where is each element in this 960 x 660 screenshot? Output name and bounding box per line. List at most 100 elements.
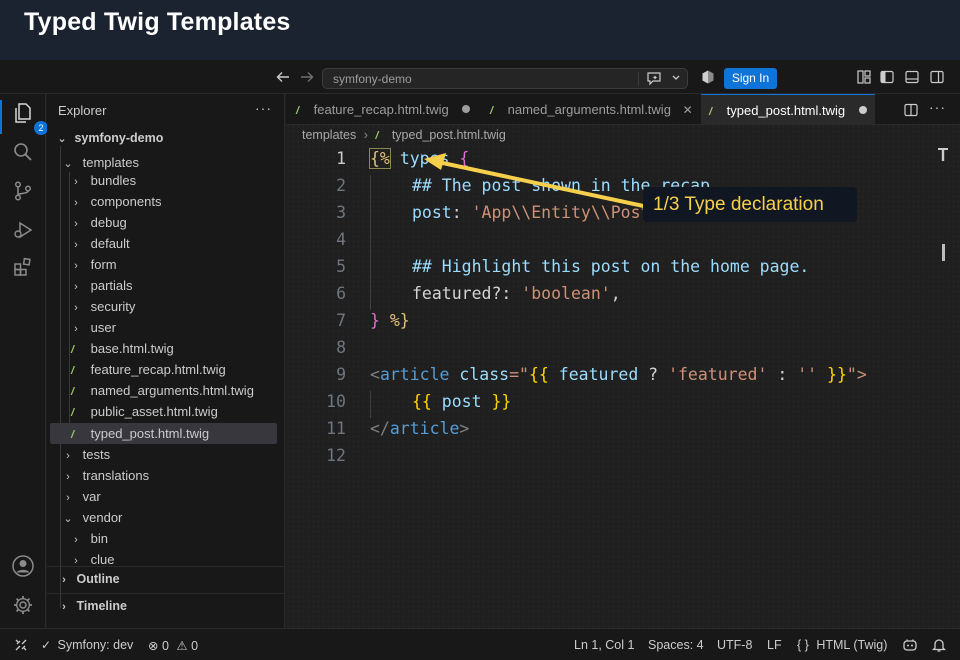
twig-ternary-colon: : [767,365,798,384]
explorer-more-actions[interactable]: ··· [255,100,272,116]
chevron-right-icon: › [66,492,70,504]
tree-item-feature-recap[interactable]: / feature_recap.html.twig [71,359,297,380]
unsaved-dot-icon[interactable] [858,106,867,114]
editor-more-actions[interactable]: ··· [929,99,946,115]
back-arrow-icon[interactable] [274,68,292,86]
html-attr-name: class [449,365,510,384]
twig-ternary-q: ? [638,365,669,384]
chevron-down-icon: ⌄ [57,133,67,145]
tree-item-bundles[interactable]: › bundles [71,170,297,191]
forward-arrow-icon[interactable] [298,68,316,86]
twig-print-close: }} [817,365,847,384]
twig-file-icon: / [375,130,379,142]
tree-item-security[interactable]: › security [71,296,297,317]
split-editor-icon[interactable] [903,102,919,121]
tree-item-tests[interactable]: › tests [63,444,289,465]
tree-item-partials[interactable]: › partials [71,275,297,296]
encoding-status[interactable]: UTF-8 [717,638,752,652]
code-line-11[interactable]: </article> [370,419,469,438]
extensions-icon[interactable] [10,254,36,280]
toggle-panel-icon[interactable] [903,68,921,86]
chevron-right-icon: › [74,260,78,272]
accounts-icon[interactable] [10,553,36,579]
twig-file-icon: / [71,365,75,377]
tree-item-var[interactable]: › var [63,486,289,507]
run-and-debug-icon[interactable] [10,217,36,243]
tree-item-label: base.html.twig [90,341,174,356]
timeline-section[interactable]: › Timeline [47,593,284,618]
tree-item-label: default [90,236,130,251]
tree-item-vendor[interactable]: ⌄ vendor [63,507,289,528]
tree-item-translations[interactable]: › translations [63,465,289,486]
code-line-9[interactable]: <article class="{{ featured ? 'featured'… [370,365,867,384]
warning-icon: ⚠ [176,639,188,653]
symfony-env-status[interactable]: ✓ Symfony: dev [41,638,133,652]
tree-item-typed-post[interactable]: / typed_post.html.twig [50,423,277,444]
breadcrumb-file[interactable]: typed_post.html.twig [392,128,506,142]
code-line-7[interactable]: } %} [370,311,410,330]
tab-label: typed_post.html.twig [726,103,846,118]
twig-print-open: {{ [528,365,549,384]
tab-typed-post[interactable]: / typed_post.html.twig [701,94,875,125]
copilot-icon[interactable] [699,68,717,86]
indentation-status[interactable]: Spaces: 4 [648,638,704,652]
source-control-icon[interactable] [10,178,36,204]
cursor-position[interactable]: Ln 1, Col 1 [574,638,634,652]
twig-file-icon: / [490,105,494,117]
code-line-6[interactable]: featured?: 'boolean', [412,284,621,303]
line-number: 6 [336,284,346,303]
eol-status[interactable]: LF [767,638,782,652]
breadcrumb: templates › / typed_post.html.twig [302,128,506,142]
command-center-search[interactable]: symfony-demo [322,68,688,89]
customize-layout-icon[interactable] [855,68,873,86]
tree-item-label: bin [90,531,108,546]
notifications-bell-icon[interactable] [931,637,947,656]
type-key: featured? [412,284,502,303]
toggle-secondary-sidebar-icon[interactable] [928,68,946,86]
scrollbar-marker[interactable] [942,244,945,261]
tree-item-default[interactable]: › default [71,233,297,254]
chevron-right-icon: › [66,450,70,462]
tree-item-debug[interactable]: › debug [71,212,297,233]
tree-item-public-asset[interactable]: / public_asset.html.twig [71,401,297,422]
twig-print-open: {{ [412,392,432,411]
unsaved-dot-icon[interactable] [462,105,471,113]
language-mode[interactable]: { } HTML (Twig) [797,638,887,652]
command-center-divider [638,72,639,86]
sign-in-button[interactable]: Sign In [724,68,777,89]
search-icon[interactable] [10,139,36,165]
close-icon[interactable]: ✕ [683,95,693,126]
twig-file-icon: / [709,106,713,118]
twig-variable: post [431,392,482,411]
chevron-down-icon[interactable] [671,72,681,87]
tab-label: named_arguments.html.twig [507,102,671,117]
settings-gear-icon[interactable] [10,592,36,618]
twig-file-icon: / [296,105,300,117]
tab-named-arguments[interactable]: / named_arguments.html.twig ✕ [490,94,694,125]
breadcrumb-folder[interactable]: templates [302,128,356,142]
copilot-status-icon[interactable] [902,637,918,656]
tree-item-bin[interactable]: › bin [71,528,297,549]
chevron-right-icon: › [62,601,66,613]
project-root[interactable]: ⌄ symfony-demo [57,128,283,149]
tab-feature-recap[interactable]: / feature_recap.html.twig [296,94,482,125]
chat-icon[interactable] [646,71,662,89]
braces-icon: { } [797,638,809,652]
code-line-5[interactable]: ## Highlight this post on the home page. [412,257,809,276]
toggle-primary-sidebar-icon[interactable] [878,68,896,86]
tree-item-form[interactable]: › form [71,254,297,275]
outline-section[interactable]: › Outline [47,566,284,591]
text-cursor-icon [938,148,948,162]
tree-item-user[interactable]: › user [71,317,297,338]
tree-item-components[interactable]: › components [71,191,297,212]
explorer-files-icon[interactable]: 2 [10,100,48,135]
error-icon: ⊗ [148,639,159,653]
twig-string: '' [797,365,818,384]
code-line-10[interactable]: {{ post }} [412,392,511,411]
twig-string: 'featured' [668,365,768,384]
problems-status[interactable]: ⊗ 0 ⚠ 0 [148,638,198,653]
remote-indicator-icon[interactable] [14,638,28,655]
tree-item-named-arguments[interactable]: / named_arguments.html.twig [71,380,297,401]
outline-label: Outline [76,572,120,586]
tree-item-base-html-twig[interactable]: / base.html.twig [71,338,297,359]
